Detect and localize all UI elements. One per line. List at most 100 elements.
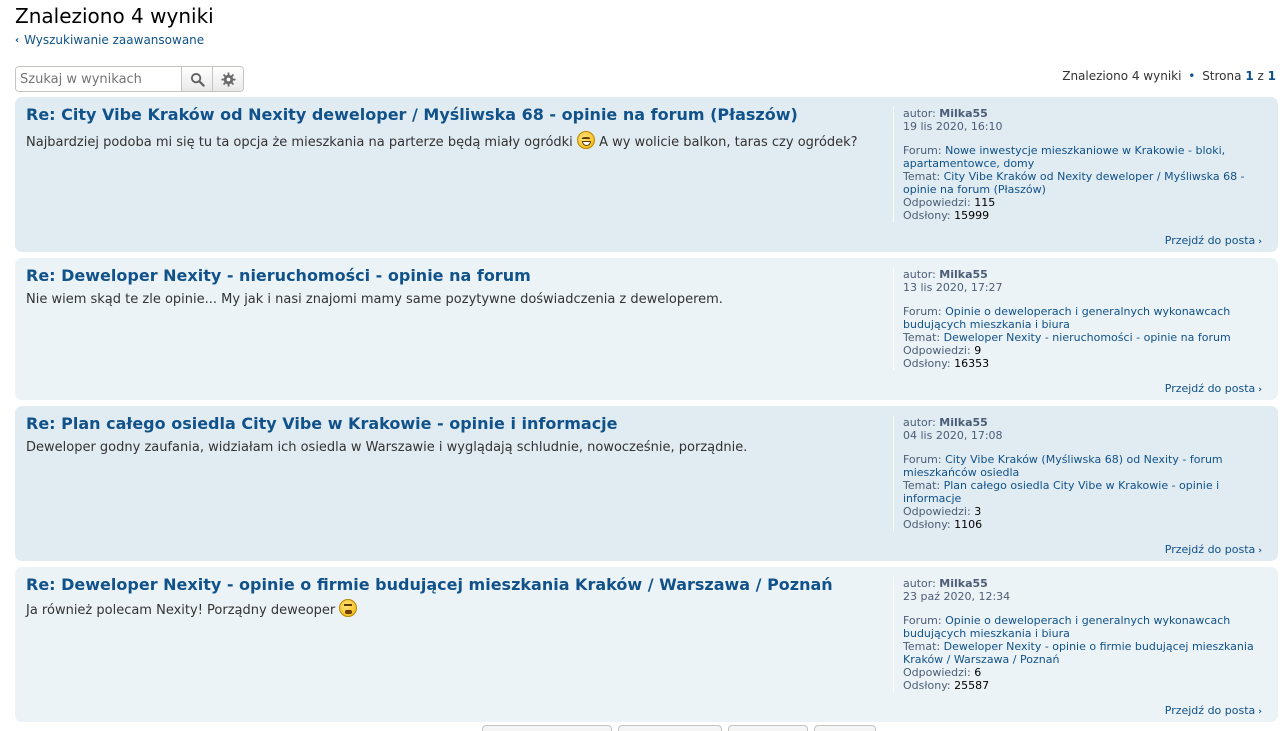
forum-label: Forum: bbox=[903, 614, 942, 627]
post-title-link[interactable]: Re: Deweloper Nexity - nieruchomości - o… bbox=[26, 266, 531, 285]
footer-control[interactable] bbox=[728, 725, 808, 731]
post-title-link[interactable]: Re: Deweloper Nexity - opinie o firmie b… bbox=[26, 575, 833, 594]
topic-label: Temat: bbox=[903, 331, 941, 344]
post-date: 04 lis 2020, 17:08 bbox=[903, 429, 1003, 442]
post-title-link[interactable]: Re: City Vibe Kraków od Nexity deweloper… bbox=[26, 105, 798, 124]
replies-label: Odpowiedzi: bbox=[903, 196, 971, 209]
forum-label: Forum: bbox=[903, 144, 942, 157]
topic-link-cont[interactable]: opinie na forum (Płaszów) bbox=[903, 183, 1046, 196]
footer-controls bbox=[482, 725, 876, 731]
search-icon bbox=[190, 72, 205, 87]
results-count: Znaleziono 4 wyniki bbox=[1062, 69, 1182, 83]
topic-label: Temat: bbox=[903, 640, 941, 653]
views-count: 16353 bbox=[954, 357, 990, 370]
chevron-right-icon: › bbox=[1258, 237, 1262, 247]
post-content: Ja również polecam Nexity! Porządny dewe… bbox=[26, 599, 886, 621]
post-content: Najbardziej podoba mi się tu ta opcja że… bbox=[26, 131, 886, 153]
current-page: 1 bbox=[1245, 69, 1254, 83]
author-label: autor: bbox=[903, 268, 936, 281]
topic-link-cont[interactable]: Kraków / Warszawa / Poznań bbox=[903, 653, 1059, 666]
advanced-search-button[interactable] bbox=[212, 67, 243, 91]
page-of: z bbox=[1257, 69, 1264, 83]
replies-count: 3 bbox=[974, 505, 982, 518]
forum-label: Forum: bbox=[903, 453, 942, 466]
results-list: Re: City Vibe Kraków od Nexity deweloper… bbox=[15, 97, 1278, 728]
author-line: autor: Milka55 bbox=[903, 107, 1263, 120]
smiley-icon bbox=[339, 599, 358, 617]
chevron-right-icon: › bbox=[1258, 707, 1262, 717]
topic-link[interactable]: Deweloper Nexity - opinie o firmie buduj… bbox=[944, 640, 1254, 653]
search-result: Re: Deweloper Nexity - nieruchomości - o… bbox=[15, 258, 1278, 400]
forum-link-cont[interactable]: apartamentowce, domy bbox=[903, 157, 1034, 170]
pagination: Znaleziono 4 wyniki • Strona 1 z 1 bbox=[1062, 69, 1276, 83]
post-text-after: A wy wolicie balkon, taras czy ogródek? bbox=[599, 135, 858, 150]
jump-to-post-link[interactable]: Przejdź do posta › bbox=[1165, 234, 1262, 247]
jump-label: Przejdź do posta bbox=[1164, 704, 1256, 717]
post-meta: autor: Milka55 23 paź 2020, 12:34 Forum:… bbox=[893, 577, 1263, 692]
post-date: 19 lis 2020, 16:10 bbox=[903, 120, 1003, 133]
post-meta: autor: Milka55 04 lis 2020, 17:08 Forum:… bbox=[893, 416, 1263, 531]
views-label: Odsłony: bbox=[903, 209, 951, 222]
post-meta: autor: Milka55 19 lis 2020, 16:10 Forum:… bbox=[893, 107, 1263, 222]
page-title: Znaleziono 4 wyniki bbox=[15, 4, 214, 28]
forum-line: Forum: Nowe inwestycje mieszkaniowe w Kr… bbox=[903, 144, 1263, 157]
post-content: Deweloper godny zaufania, widziałam ich … bbox=[26, 440, 748, 455]
search-result: Re: Deweloper Nexity - opinie o firmie b… bbox=[15, 567, 1278, 722]
footer-control[interactable] bbox=[618, 725, 722, 731]
separator: • bbox=[1188, 69, 1196, 83]
views-label: Odsłony: bbox=[903, 357, 951, 370]
author-link[interactable]: Milka55 bbox=[939, 416, 988, 429]
chevron-left-icon: ‹ bbox=[15, 34, 20, 46]
replies-label: Odpowiedzi: bbox=[903, 505, 971, 518]
topic-link[interactable]: City Vibe Kraków od Nexity deweloper / M… bbox=[944, 170, 1245, 183]
views-label: Odsłony: bbox=[903, 679, 951, 692]
forum-link[interactable]: Opinie o deweloperach i generalnych wyko… bbox=[945, 305, 1230, 318]
jump-to-post-link[interactable]: Przejdź do posta › bbox=[1165, 543, 1262, 556]
author-link[interactable]: Milka55 bbox=[939, 577, 988, 590]
post-date: 23 paź 2020, 12:34 bbox=[903, 590, 1011, 603]
views-label: Odsłony: bbox=[903, 518, 951, 531]
forum-link-cont[interactable]: budujących mieszkania i biura bbox=[903, 627, 1070, 640]
topic-link[interactable]: Deweloper Nexity - nieruchomości - opini… bbox=[944, 331, 1231, 344]
chevron-right-icon: › bbox=[1258, 546, 1262, 556]
jump-label: Przejdź do posta bbox=[1164, 382, 1256, 395]
footer-control[interactable] bbox=[814, 725, 876, 731]
chevron-right-icon: › bbox=[1258, 385, 1262, 395]
search-input[interactable] bbox=[16, 67, 181, 91]
forum-link-cont[interactable]: budujących mieszkania i biura bbox=[903, 318, 1070, 331]
views-count: 25587 bbox=[954, 679, 990, 692]
grin-smiley-icon bbox=[576, 131, 595, 149]
page-label: Strona bbox=[1202, 69, 1242, 83]
search-button[interactable] bbox=[181, 67, 212, 91]
post-title-link[interactable]: Re: Plan całego osiedla City Vibe w Krak… bbox=[26, 414, 618, 433]
author-link[interactable]: Milka55 bbox=[939, 268, 988, 281]
post-text: Najbardziej podoba mi się tu ta opcja że… bbox=[26, 135, 573, 150]
forum-link[interactable]: City Vibe Kraków (Myśliwska 68) od Nexit… bbox=[945, 453, 1223, 466]
topic-label: Temat: bbox=[903, 170, 941, 183]
jump-to-post-link[interactable]: Przejdź do posta › bbox=[1165, 382, 1262, 395]
post-text: Ja również polecam Nexity! Porządny dewe… bbox=[26, 603, 336, 618]
author-label: autor: bbox=[903, 107, 936, 120]
forum-link-cont[interactable]: mieszkańców osiedla bbox=[903, 466, 1019, 479]
post-meta: autor: Milka55 13 lis 2020, 17:27 Forum:… bbox=[893, 268, 1263, 370]
total-pages: 1 bbox=[1267, 69, 1276, 83]
author-link[interactable]: Milka55 bbox=[939, 107, 988, 120]
footer-control[interactable] bbox=[482, 725, 612, 731]
jump-to-post-link[interactable]: Przejdź do posta › bbox=[1165, 704, 1262, 717]
forum-label: Forum: bbox=[903, 305, 942, 318]
forum-link[interactable]: Nowe inwestycje mieszkaniowe w Krakowie … bbox=[945, 144, 1225, 157]
advanced-search-label: Wyszukiwanie zaawansowane bbox=[24, 33, 205, 47]
topic-label: Temat: bbox=[903, 479, 941, 492]
topic-link[interactable]: Plan całego osiedla City Vibe w Krakowie… bbox=[944, 479, 1220, 492]
search-box bbox=[15, 66, 244, 92]
replies-label: Odpowiedzi: bbox=[903, 344, 971, 357]
search-result: Re: Plan całego osiedla City Vibe w Krak… bbox=[15, 406, 1278, 561]
post-date: 13 lis 2020, 17:27 bbox=[903, 281, 1003, 294]
author-label: autor: bbox=[903, 577, 936, 590]
jump-label: Przejdź do posta bbox=[1164, 234, 1256, 247]
forum-link[interactable]: Opinie o deweloperach i generalnych wyko… bbox=[945, 614, 1230, 627]
topic-link-cont[interactable]: informacje bbox=[903, 492, 961, 505]
replies-count: 115 bbox=[974, 196, 996, 209]
advanced-search-link[interactable]: ‹ Wyszukiwanie zaawansowane bbox=[15, 33, 204, 47]
replies-count: 6 bbox=[974, 666, 982, 679]
